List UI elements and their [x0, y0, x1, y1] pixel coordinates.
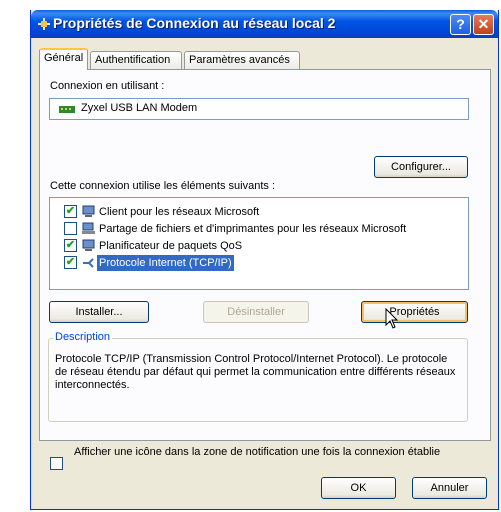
network-adapter-icon [59, 106, 75, 113]
qos-checkbox[interactable]: ✔ [64, 239, 77, 252]
qos-scheduler-icon [82, 239, 95, 251]
adapter-field: Zyxel USB LAN Modem [49, 98, 469, 120]
tab-general[interactable]: Général [39, 48, 88, 70]
close-button[interactable]: ✕ [473, 14, 494, 35]
cancel-button[interactable]: Annuler [412, 477, 487, 499]
components-list: ✔ Client pour les réseaux Microsoft Part… [49, 197, 469, 290]
components-label: Cette connexion utilise les éléments sui… [50, 180, 276, 192]
help-button[interactable]: ? [450, 14, 471, 35]
notify-checkbox-label[interactable]: Afficher une icône dans la zone de notif… [74, 446, 440, 458]
file-sharing-checkbox[interactable] [64, 222, 77, 235]
list-item-label: Planificateur de paquets QoS [99, 240, 243, 252]
list-item-label: Partage de fichiers et d'imprimantes pou… [99, 223, 407, 235]
notify-checkbox[interactable] [50, 457, 63, 470]
client-checkbox[interactable]: ✔ [64, 205, 77, 218]
tcpip-checkbox[interactable]: ✔ [64, 256, 77, 269]
description-text: Protocole TCP/IP (Transmission Control P… [55, 353, 456, 391]
connect-using-label: Connexion en utilisant : [50, 80, 165, 92]
general-tab-panel: Connexion en utilisant : Zyxel USB LAN M… [39, 69, 491, 470]
uninstall-button[interactable]: Désinstaller [203, 301, 309, 323]
network-connection-icon [38, 18, 50, 30]
description-group: Description Protocole TCP/IP (Transmissi… [48, 331, 468, 422]
configure-button[interactable]: Configurer... [374, 156, 468, 178]
tab-authentication[interactable]: Authentification [90, 51, 182, 69]
file-printer-sharing-icon [82, 222, 95, 234]
list-item-label: Client pour les réseaux Microsoft [99, 206, 260, 218]
title-bar[interactable]: Propriétés de Connexion au réseau local … [31, 10, 498, 38]
protocol-icon [83, 258, 94, 268]
list-item-label: Protocole Internet (TCP/IP) [97, 255, 234, 271]
install-button[interactable]: Installer... [49, 301, 149, 323]
mouse-pointer-icon [385, 308, 399, 329]
window-title: Propriétés de Connexion au réseau local … [53, 15, 336, 31]
description-legend: Description [53, 331, 113, 343]
network-client-icon [82, 205, 95, 217]
adapter-name: Zyxel USB LAN Modem [81, 102, 198, 114]
properties-button[interactable]: Propriétés [361, 301, 468, 323]
properties-dialog: Propriétés de Connexion au réseau local … [30, 10, 499, 510]
tab-advanced[interactable]: Paramètres avancés [184, 51, 300, 69]
ok-button[interactable]: OK [321, 477, 396, 499]
